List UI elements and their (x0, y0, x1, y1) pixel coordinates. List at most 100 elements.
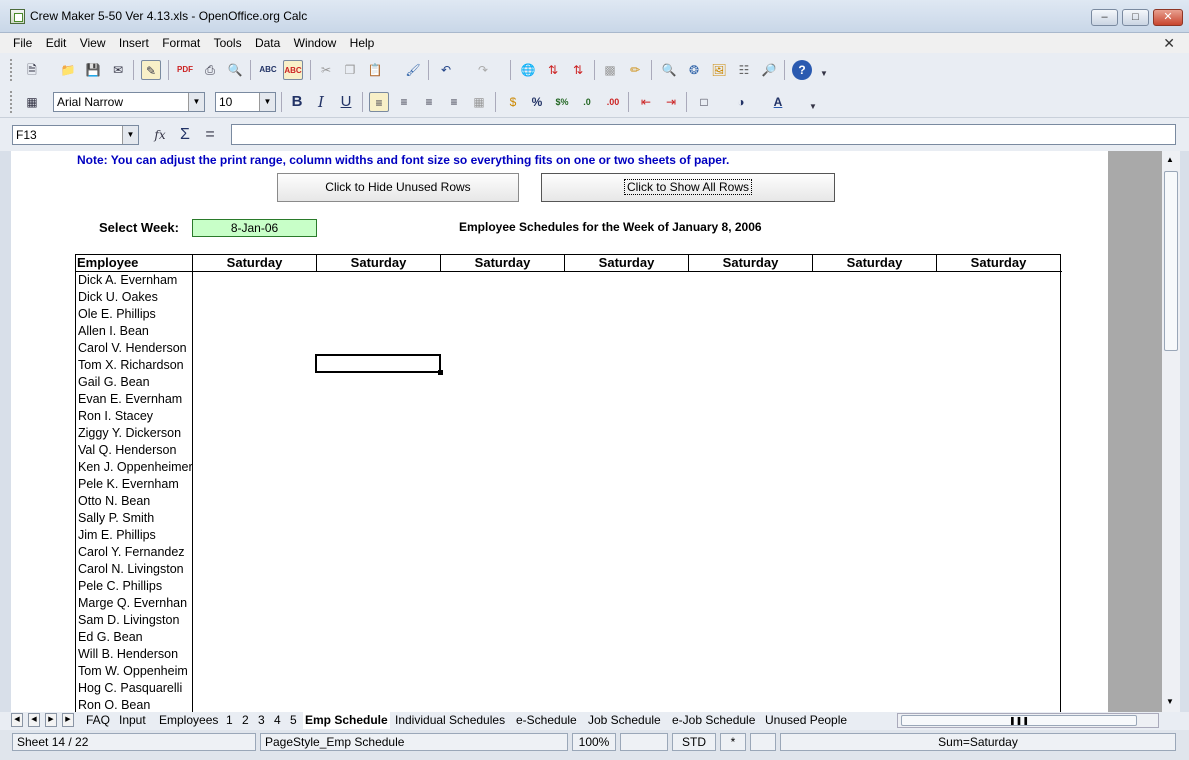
styles-formatting-icon[interactable]: ▦ (22, 92, 42, 112)
export-pdf-icon[interactable]: PDF (175, 60, 195, 80)
sheet-tab-e-job-schedule[interactable]: e-Job Schedule (670, 712, 757, 729)
employee-name-cell[interactable]: Ron I. Stacey (78, 408, 153, 425)
increase-indent-icon[interactable]: ⇥ (661, 92, 681, 112)
align-right-icon[interactable]: ≡ (419, 92, 439, 112)
header-day[interactable]: Saturday (812, 255, 936, 271)
name-box[interactable]: F13 ▼ (12, 125, 139, 145)
spellcheck-icon[interactable]: ABC (258, 60, 278, 80)
sheet-tab-individual-schedules[interactable]: Individual Schedules (393, 712, 507, 729)
menu-file[interactable]: File (13, 34, 32, 52)
page-style-status[interactable]: PageStyle_Emp Schedule (260, 733, 568, 751)
close-document-icon[interactable]: ✕ (1163, 34, 1175, 52)
redo-icon[interactable]: ↷ (473, 60, 493, 80)
close-window-button[interactable]: ✕ (1153, 9, 1183, 26)
sort-ascending-icon[interactable]: ⇅ (543, 60, 563, 80)
percent-format-icon[interactable]: % (527, 92, 547, 112)
employee-name-cell[interactable]: Sam D. Livingston (78, 612, 179, 629)
employee-name-cell[interactable]: Carol V. Henderson (78, 340, 187, 357)
undo-icon[interactable]: ↶ (436, 60, 456, 80)
new-document-icon[interactable]: 🗎 (22, 60, 42, 80)
italic-icon[interactable]: I (311, 92, 331, 112)
employee-name-cell[interactable]: Ed G. Bean (78, 629, 143, 646)
employee-name-cell[interactable]: Ziggy Y. Dickerson (78, 425, 181, 442)
navigator-icon[interactable]: ❂ (684, 60, 704, 80)
menu-tools[interactable]: Tools (214, 34, 242, 52)
sheet-tab-job-schedule[interactable]: Job Schedule (586, 712, 663, 729)
sheet-tab-1[interactable]: 1 (224, 712, 235, 729)
sheet-tab-4[interactable]: 4 (272, 712, 283, 729)
horizontal-scroll-thumb[interactable]: ❚❚❚ (901, 715, 1137, 726)
employee-name-cell[interactable]: Tom X. Richardson (78, 357, 184, 374)
delete-decimal-icon[interactable]: .00 (603, 92, 623, 112)
merge-cells-icon[interactable]: ▦ (469, 92, 489, 112)
vertical-scrollbar[interactable]: ▲ ▼ (1162, 151, 1180, 712)
sheet-tab-5[interactable]: 5 (288, 712, 299, 729)
font-name-combo[interactable]: Arial Narrow ▼ (53, 92, 205, 112)
align-left-icon[interactable]: ≡ (369, 92, 389, 112)
print-icon[interactable]: ⎙ (200, 60, 220, 80)
font-color-icon[interactable]: A (768, 92, 788, 112)
font-size-combo[interactable]: 10 ▼ (215, 92, 276, 112)
chevron-down-icon[interactable]: ▼ (259, 93, 275, 111)
sheet-tab-unused-people[interactable]: Unused People (763, 712, 849, 729)
copy-icon[interactable]: ❐ (340, 60, 360, 80)
show-all-rows-button[interactable]: Click to Show All Rows (541, 173, 835, 202)
formula-input[interactable] (231, 124, 1176, 145)
hyperlink-icon[interactable]: 🌐 (518, 60, 538, 80)
sort-descending-icon[interactable]: ⇅ (568, 60, 588, 80)
horizontal-scrollbar[interactable]: ❚❚❚ (897, 713, 1159, 728)
menu-edit[interactable]: Edit (46, 34, 67, 52)
employee-name-cell[interactable]: Will B. Henderson (78, 646, 178, 663)
page-preview-icon[interactable]: 🔍 (225, 60, 245, 80)
auto-spellcheck-icon[interactable]: ABC (283, 60, 303, 80)
employee-name-cell[interactable]: Gail G. Bean (78, 374, 150, 391)
cut-icon[interactable]: ✂ (316, 60, 336, 80)
zoom-status[interactable]: 100% (572, 733, 616, 751)
help-icon[interactable]: ? (792, 60, 812, 80)
toolbar-grip[interactable] (10, 59, 13, 81)
employee-name-cell[interactable]: Pele K. Evernham (78, 476, 179, 493)
employee-name-cell[interactable]: Allen I. Bean (78, 323, 149, 340)
employee-name-cell[interactable]: Sally P. Smith (78, 510, 154, 527)
underline-icon[interactable]: U (336, 92, 356, 112)
bold-icon[interactable]: B (287, 92, 307, 112)
align-center-icon[interactable]: ≡ (394, 92, 414, 112)
find-replace-icon[interactable]: 🔍 (659, 60, 679, 80)
currency-format-icon[interactable]: $ (503, 92, 523, 112)
employee-name-cell[interactable]: Carol Y. Fernandez (78, 544, 185, 561)
background-color-icon[interactable]: ◑ (731, 92, 751, 112)
justify-icon[interactable]: ≡ (444, 92, 464, 112)
borders-icon[interactable]: □ (694, 92, 714, 112)
edit-file-icon[interactable]: ✎ (141, 60, 161, 80)
standard-format-icon[interactable]: $% (552, 92, 572, 112)
function-wizard-icon[interactable]: fx (150, 125, 170, 145)
employee-name-cell[interactable]: Val Q. Henderson (78, 442, 176, 459)
menu-data[interactable]: Data (255, 34, 280, 52)
sheet-tab-input[interactable]: Input (117, 712, 148, 729)
header-day[interactable]: Saturday (688, 255, 812, 271)
header-day[interactable]: Saturday (192, 255, 316, 271)
menu-format[interactable]: Format (162, 34, 200, 52)
first-sheet-icon[interactable]: ◀ (11, 713, 23, 727)
signature-status[interactable] (750, 733, 776, 751)
vertical-scroll-thumb[interactable] (1164, 171, 1178, 351)
toolbar-overflow-icon[interactable]: ▼ (808, 97, 818, 117)
selected-cell-cursor[interactable] (315, 354, 443, 375)
scroll-up-icon[interactable]: ▲ (1166, 155, 1174, 164)
sheet-tab-employees[interactable]: Employees (157, 712, 220, 729)
zoom-icon[interactable]: 🔎 (759, 60, 779, 80)
email-icon[interactable]: ✉ (108, 60, 128, 80)
toolbar-grip[interactable] (10, 91, 13, 113)
employee-name-cell[interactable]: Dick A. Evernham (78, 272, 177, 289)
employee-name-cell[interactable]: Ron O. Bean (78, 697, 150, 712)
employee-name-cell[interactable]: Evan E. Evernham (78, 391, 182, 408)
employee-name-cell[interactable]: Carol N. Livingston (78, 561, 184, 578)
hide-unused-rows-button[interactable]: Click to Hide Unused Rows (277, 173, 519, 202)
prev-sheet-icon[interactable]: ◀ (28, 713, 40, 727)
sheet-tab-faq[interactable]: FAQ (84, 712, 112, 729)
header-employee[interactable]: Employee (76, 255, 192, 271)
clone-format-icon[interactable]: 🖌 (403, 60, 423, 80)
header-day[interactable]: Saturday (440, 255, 564, 271)
maximize-button[interactable]: □ (1122, 9, 1149, 26)
menu-help[interactable]: Help (350, 34, 375, 52)
